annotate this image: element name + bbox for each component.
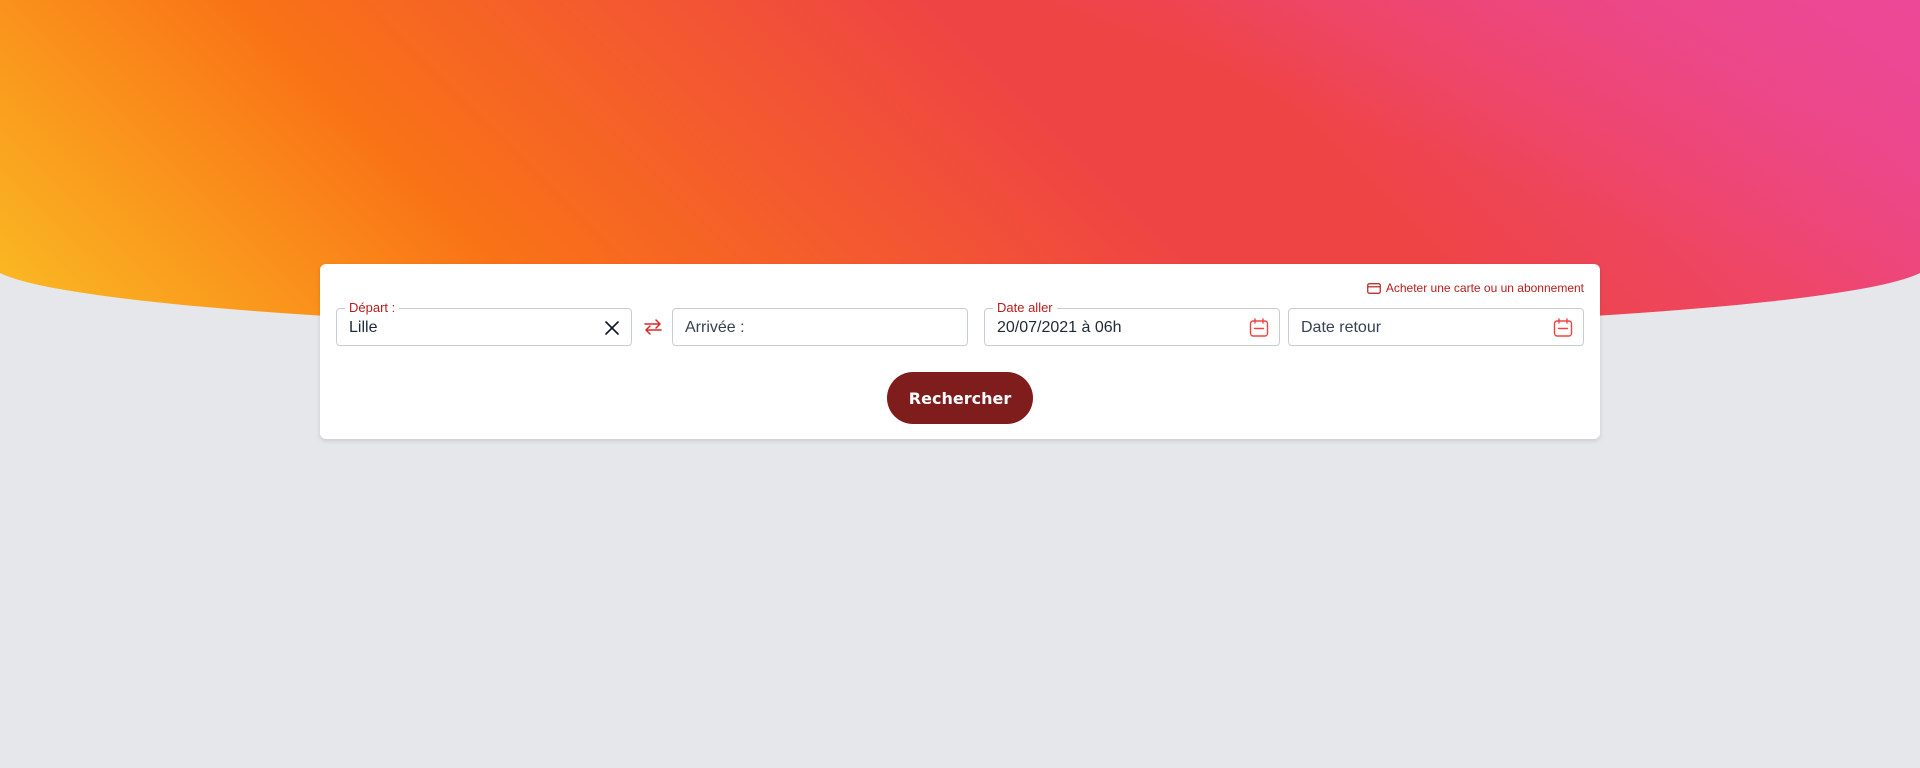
departure-value: Lille xyxy=(349,319,378,336)
search-card: Acheter une carte ou un abonnement Dépar… xyxy=(320,264,1600,439)
buy-card-subscription-link[interactable]: Acheter une carte ou un abonnement xyxy=(1367,281,1584,295)
date-return-placeholder: Date retour xyxy=(1301,319,1382,336)
arrival-field[interactable]: Arrivée : xyxy=(672,308,968,346)
close-icon[interactable] xyxy=(602,318,622,338)
credit-card-icon xyxy=(1367,282,1381,294)
calendar-icon[interactable] xyxy=(1553,318,1573,338)
calendar-icon[interactable] xyxy=(1249,318,1269,338)
date-out-value: 20/07/2021 à 06h xyxy=(997,319,1122,336)
date-return-field[interactable]: Date retour xyxy=(1288,308,1584,346)
arrival-placeholder: Arrivée : xyxy=(685,319,745,336)
swap-button[interactable] xyxy=(642,318,664,340)
buy-link-label: Acheter une carte ou un abonnement xyxy=(1385,281,1584,295)
swap-arrows-icon xyxy=(643,318,663,341)
departure-field[interactable]: Départ : Lille xyxy=(336,300,632,346)
search-button[interactable]: Rechercher xyxy=(887,372,1033,424)
date-out-field[interactable]: Date aller 20/07/2021 à 06h xyxy=(984,300,1280,346)
